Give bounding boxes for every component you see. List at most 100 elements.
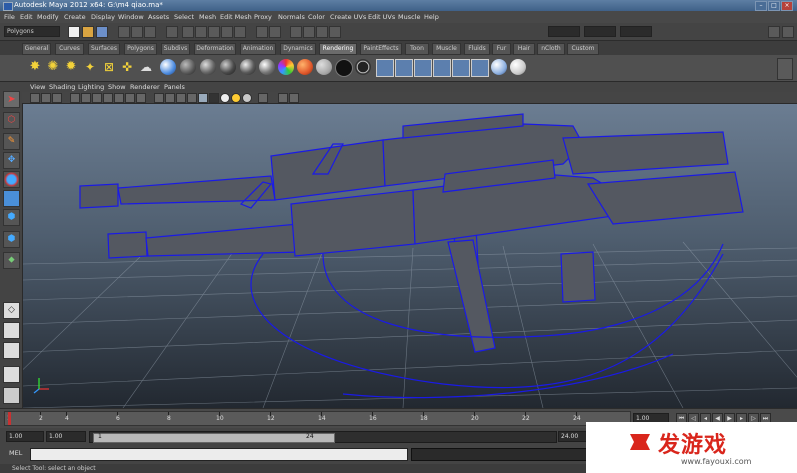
new-scene-icon[interactable] <box>68 26 80 38</box>
menu-muscle[interactable]: Muscle <box>398 13 421 21</box>
field-chart-icon[interactable] <box>114 93 124 103</box>
render-settings-shelf-icon[interactable] <box>471 59 489 77</box>
menu-set-dropdown[interactable]: Polygons <box>4 26 60 37</box>
isolate-select-icon[interactable] <box>278 93 288 103</box>
persp-graph-layout-icon[interactable] <box>3 366 20 383</box>
range-slider-track[interactable]: 1 24 <box>89 431 557 443</box>
move-tool-icon[interactable]: ✥ <box>3 152 20 169</box>
save-scene-icon[interactable] <box>96 26 108 38</box>
render-region-icon[interactable] <box>433 59 451 77</box>
shelf-tab-polygons[interactable]: Polygons <box>124 43 157 55</box>
menu-display[interactable]: Display <box>91 13 115 21</box>
menu-modify[interactable]: Modify <box>37 13 59 21</box>
area-light-icon[interactable]: ⊠ <box>101 59 117 75</box>
shelf-tab-hair[interactable]: Hair <box>513 43 535 55</box>
render-frame-icon[interactable] <box>303 26 315 38</box>
range-slider-handle[interactable]: 1 24 <box>93 433 335 443</box>
shelf-tab-subdivs[interactable]: Subdivs <box>161 43 190 55</box>
blinn-sphere-icon[interactable] <box>160 59 176 75</box>
texture-icon[interactable] <box>198 93 208 103</box>
toon-shader-icon[interactable] <box>355 59 371 75</box>
rotate-tool-icon[interactable] <box>3 171 20 188</box>
mental-ray-sphere-icon[interactable] <box>491 59 507 75</box>
shelf-tab-fur[interactable]: Fur <box>492 43 511 55</box>
shelf-tab-general[interactable]: General <box>22 43 51 55</box>
select-tool-icon[interactable]: ➤ <box>3 91 20 108</box>
menu-select[interactable]: Select <box>174 13 194 21</box>
shelf-tab-muscle[interactable]: Muscle <box>432 43 461 55</box>
shelf-options-button[interactable] <box>777 58 793 80</box>
panel-menu-panels[interactable]: Panels <box>164 83 185 91</box>
shelf-tab-animation[interactable]: Animation <box>240 43 276 55</box>
perspective-viewport[interactable] <box>23 104 797 408</box>
menu-edit-uvs[interactable]: Edit UVs <box>368 13 395 21</box>
phong-sphere-icon[interactable] <box>200 59 216 75</box>
show-manipulator-icon[interactable]: ⬥ <box>3 252 20 269</box>
spot-light-icon[interactable]: ✦ <box>82 59 98 75</box>
layered-shader-icon[interactable] <box>259 59 275 75</box>
resolution-gate-icon[interactable] <box>92 93 102 103</box>
channel-box-icon[interactable] <box>782 26 794 38</box>
shadows-icon[interactable] <box>242 93 252 103</box>
panel-menu-view[interactable]: View <box>30 83 45 91</box>
ipr-render-shelf-icon[interactable] <box>395 59 413 77</box>
scale-tool-icon[interactable] <box>3 190 20 207</box>
shelf-tab-fluids[interactable]: Fluids <box>464 43 490 55</box>
shelf-tab-painteffects[interactable]: PaintEffects <box>360 43 402 55</box>
panel-menu-lighting[interactable]: Lighting <box>78 83 104 91</box>
use-background-icon[interactable] <box>335 59 353 77</box>
current-time-marker[interactable] <box>8 412 11 425</box>
gate-mask-icon[interactable] <box>103 93 113 103</box>
playback-start-field[interactable]: 1.00 <box>46 431 86 442</box>
soft-modification-icon[interactable]: ⬢ <box>3 231 20 248</box>
start-time-field[interactable]: 1.00 <box>6 431 44 442</box>
high-quality-icon[interactable] <box>289 93 299 103</box>
menu-proxy[interactable]: Proxy <box>254 13 272 21</box>
construction-history-icon[interactable] <box>269 26 281 38</box>
shelf-tab-deformation[interactable]: Deformation <box>194 43 236 55</box>
shelf-tab-custom[interactable]: Custom <box>567 43 599 55</box>
menu-create-uvs[interactable]: Create UVs <box>330 13 366 21</box>
select-component-icon[interactable] <box>144 26 156 38</box>
shading-map-icon[interactable] <box>297 59 313 75</box>
ambient-light-icon[interactable]: ✸ <box>27 59 43 75</box>
surface-shader-icon[interactable] <box>316 59 332 75</box>
snap-grid-icon[interactable] <box>182 26 194 38</box>
grid-toggle-icon[interactable] <box>70 93 80 103</box>
menu-file[interactable]: File <box>4 13 15 21</box>
single-perspective-layout-icon[interactable]: ◇ <box>3 302 20 319</box>
shelf-tab-rendering[interactable]: Rendering <box>319 43 357 55</box>
hypershade-icon[interactable] <box>452 59 470 77</box>
image-plane-icon[interactable] <box>52 93 62 103</box>
smooth-shade-icon[interactable] <box>165 93 175 103</box>
transform-y-field[interactable] <box>584 26 616 37</box>
camera-attributes-icon[interactable] <box>30 93 40 103</box>
lasso-tool-icon[interactable]: ⬡ <box>3 112 20 129</box>
render-current-frame-icon[interactable] <box>376 59 394 77</box>
flat-shade-icon[interactable] <box>187 93 197 103</box>
make-live-icon[interactable] <box>234 26 246 38</box>
paint-shader-icon[interactable] <box>510 59 526 75</box>
wireframe-icon[interactable] <box>154 93 164 103</box>
shelf-tab-toon[interactable]: Toon <box>405 43 429 55</box>
shelf-tab-ncloth[interactable]: nCloth <box>537 43 565 55</box>
xray-icon[interactable] <box>258 93 268 103</box>
default-lighting-icon[interactable] <box>220 93 230 103</box>
menu-assets[interactable]: Assets <box>148 13 169 21</box>
menu-edit[interactable]: Edit <box>20 13 33 21</box>
snap-point-icon[interactable] <box>208 26 220 38</box>
menu-color[interactable]: Color <box>308 13 325 21</box>
snap-view-plane-icon[interactable] <box>221 26 233 38</box>
paint-select-tool-icon[interactable]: ✎ <box>3 133 20 150</box>
point-light-icon[interactable]: ✹ <box>63 59 79 75</box>
bounding-box-icon[interactable] <box>209 93 219 103</box>
history-icon[interactable] <box>256 26 268 38</box>
select-hierarchy-icon[interactable] <box>118 26 130 38</box>
shelf-tab-curves[interactable]: Curves <box>55 43 84 55</box>
render-settings-icon[interactable] <box>329 26 341 38</box>
safe-action-icon[interactable] <box>125 93 135 103</box>
select-object-icon[interactable] <box>131 26 143 38</box>
time-slider-track[interactable]: 1 2 4 6 8 10 12 14 16 18 20 22 24 <box>4 411 631 426</box>
four-view-layout-icon[interactable] <box>3 322 20 339</box>
ipr-render-icon[interactable] <box>316 26 328 38</box>
